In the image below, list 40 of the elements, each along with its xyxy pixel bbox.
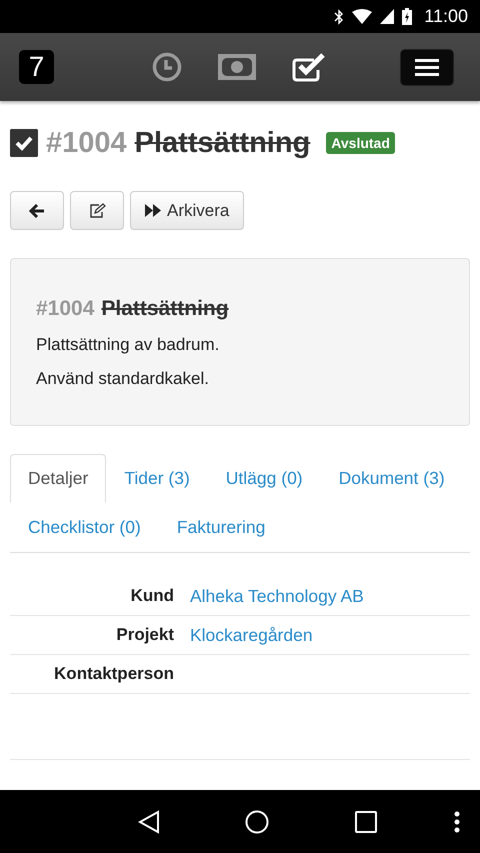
field-link[interactable]: Klockaregården	[190, 624, 313, 646]
clock-icon[interactable]	[152, 52, 182, 82]
field-label: Kund	[130, 586, 174, 606]
menu-icon	[415, 58, 439, 76]
description-text: Plattsättning av badrum.	[36, 335, 220, 355]
checkbox-icon[interactable]	[292, 52, 326, 82]
status-badge: Avslutad	[326, 132, 395, 154]
wifi-icon	[352, 9, 372, 24]
clock-time: 11:00	[424, 6, 468, 27]
tab[interactable]: Detaljer	[10, 454, 106, 503]
tab[interactable]: Checklistor (0)	[10, 503, 159, 552]
task-number: #1004	[46, 126, 127, 160]
app-logo[interactable]: 7	[19, 50, 54, 84]
recents-icon[interactable]	[355, 810, 378, 832]
arrow-left-icon	[29, 204, 45, 218]
back-icon[interactable]	[138, 810, 160, 834]
tab[interactable]: Utlägg (0)	[208, 454, 321, 503]
tab[interactable]: Fakturering	[158, 503, 284, 552]
edit-button[interactable]	[70, 191, 124, 230]
field-link[interactable]: Alheka Technology AB	[190, 586, 364, 606]
archive-button[interactable]: Arkivera	[130, 191, 244, 230]
field-label: Kontaktperson	[53, 664, 174, 684]
description-text: Använd standardkakel.	[36, 369, 210, 389]
banknote-icon[interactable]	[218, 54, 256, 80]
menu-button[interactable]	[400, 48, 454, 86]
battery-icon	[402, 8, 412, 25]
task-title: Plattsättning	[134, 126, 310, 160]
signal-icon	[380, 9, 394, 24]
fast-forward-icon	[145, 204, 161, 217]
tab[interactable]: Tider (3)	[106, 454, 208, 503]
checkbox-icon[interactable]	[10, 129, 38, 157]
tab[interactable]: Dokument (3)	[320, 454, 463, 503]
back-button[interactable]	[10, 191, 64, 230]
home-icon[interactable]	[245, 810, 270, 834]
task-number: #1004	[36, 297, 94, 321]
edit-icon	[88, 203, 106, 218]
more-icon[interactable]	[454, 810, 460, 832]
field-label: Projekt	[115, 625, 174, 645]
bluetooth-icon	[334, 8, 344, 24]
task-title: Plattsättning	[101, 297, 229, 321]
